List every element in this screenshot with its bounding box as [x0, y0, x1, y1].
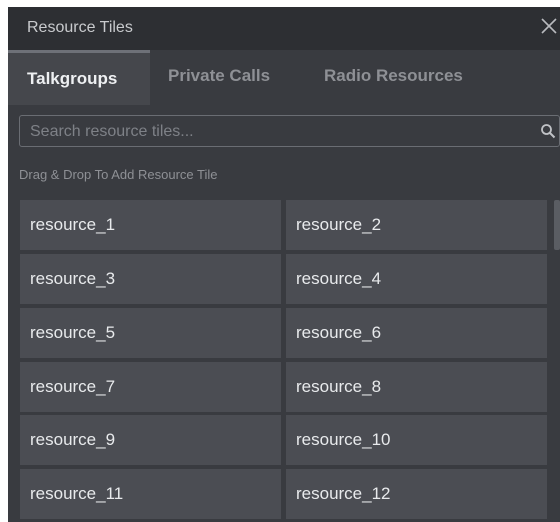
drag-drop-hint: Drag & Drop To Add Resource Tile — [19, 167, 218, 182]
tab-radio-resources[interactable]: Radio Resources — [324, 50, 504, 105]
scrollbar-thumb[interactable] — [554, 200, 560, 250]
resource-tile[interactable]: resource_7 — [20, 362, 281, 412]
search-box — [19, 115, 560, 148]
close-icon — [541, 18, 557, 34]
resource-tile[interactable]: resource_8 — [286, 362, 547, 412]
resource-tile[interactable]: resource_3 — [20, 254, 281, 304]
resource-tile[interactable]: resource_12 — [286, 469, 547, 519]
resource-tile[interactable]: resource_1 — [20, 200, 281, 250]
resource-tile[interactable]: resource_5 — [20, 308, 281, 358]
resource-tile[interactable]: resource_9 — [20, 415, 281, 465]
tab-private-calls[interactable]: Private Calls — [168, 50, 318, 105]
title-bar: Resource Tiles — [8, 7, 560, 50]
resource-tile[interactable]: resource_10 — [286, 415, 547, 465]
resource-tile[interactable]: resource_11 — [20, 469, 281, 519]
search-icon[interactable] — [540, 123, 556, 139]
resource-tile[interactable]: resource_2 — [286, 200, 547, 250]
panel-title: Resource Tiles — [27, 19, 133, 36]
resource-tiles-panel: Resource Tiles Talkgroups Private Calls … — [8, 7, 560, 522]
close-button[interactable] — [538, 15, 560, 37]
tab-bar: Talkgroups Private Calls Radio Resources — [8, 50, 560, 105]
resource-tile[interactable]: resource_4 — [286, 254, 547, 304]
resource-tile[interactable]: resource_6 — [286, 308, 547, 358]
search-input[interactable] — [28, 116, 532, 148]
tab-talkgroups[interactable]: Talkgroups — [8, 50, 150, 105]
